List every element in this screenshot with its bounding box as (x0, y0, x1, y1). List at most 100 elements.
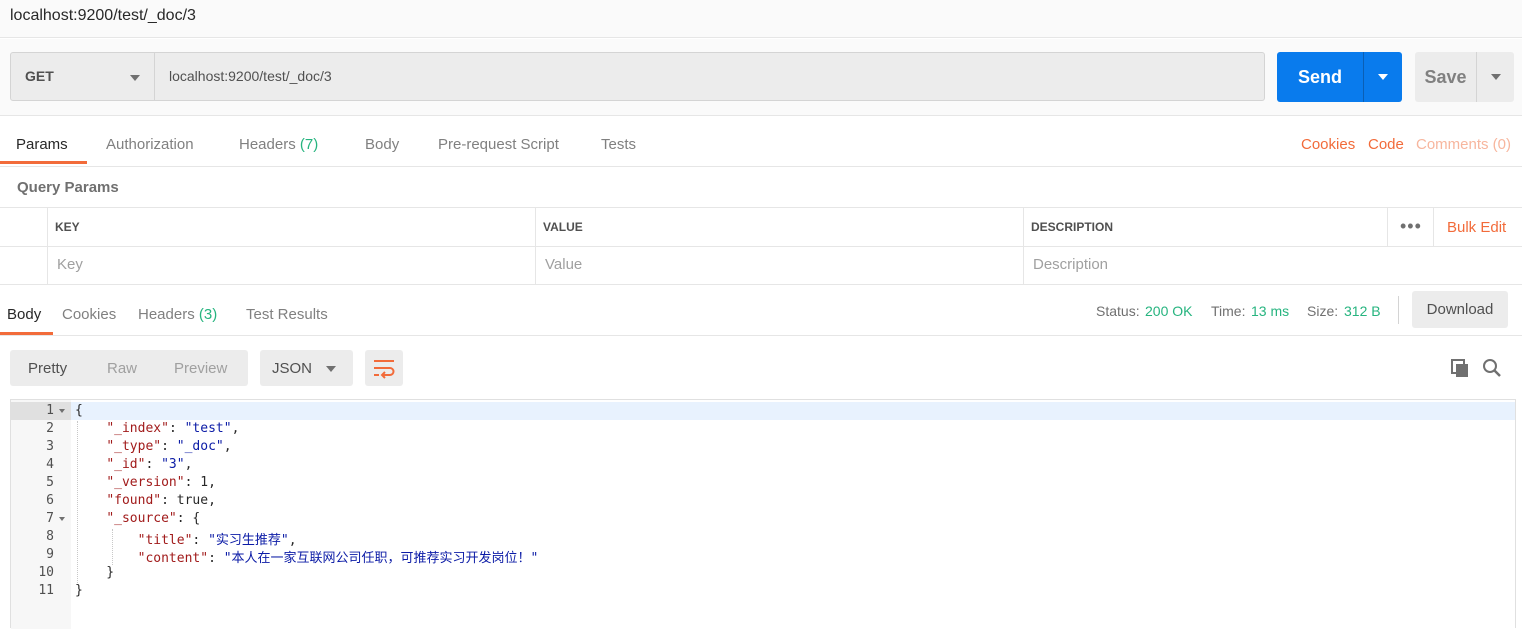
chevron-down-icon (130, 75, 140, 81)
status-value-text: 200 OK (1145, 303, 1193, 319)
line-number: 4 (46, 457, 54, 472)
column-divider (535, 208, 536, 285)
tab-response-cookies[interactable]: Cookies (62, 306, 116, 323)
cookies-link[interactable]: Cookies (1301, 136, 1355, 153)
divider (1398, 296, 1399, 324)
tab-response-headers-count: (3) (198, 306, 218, 323)
search-icon[interactable] (1482, 358, 1502, 378)
code-line: "_version": 1, (106, 475, 216, 490)
tab-body[interactable]: Body (365, 136, 399, 153)
send-button[interactable]: Send (1277, 52, 1363, 102)
more-options-icon[interactable]: ••• (1400, 216, 1422, 237)
params-header-row: KEY VALUE DESCRIPTION ••• Bulk Edit (0, 208, 1522, 247)
query-params-title: Query Params (17, 179, 119, 196)
json-key: "_type" (106, 439, 162, 454)
code-link[interactable]: Code (1368, 136, 1404, 153)
status-value: 200 OK (1145, 303, 1192, 319)
line-number: 7 (46, 511, 54, 526)
json-key: "_source" (106, 511, 177, 526)
preview-button[interactable]: Preview (174, 360, 227, 377)
send-options-button[interactable] (1363, 52, 1402, 102)
column-divider (1023, 208, 1024, 285)
json-string: "_doc" (176, 439, 224, 454)
tab-authorization[interactable]: Authorization (106, 136, 194, 153)
tab-response-headers-label: Headers (138, 306, 195, 323)
line-number: 1 (46, 403, 54, 418)
code-line: "content": "本人在一家互联网公司任职，可推荐实习开发岗位！" (137, 551, 539, 566)
line-number: 10 (38, 565, 54, 580)
size-label: Size: (1307, 303, 1339, 319)
tab-tests[interactable]: Tests (601, 136, 636, 153)
line-number: 3 (46, 439, 54, 454)
response-body-editor[interactable]: 1 2 3 4 5 6 7 8 9 10 11 { "_index": "tes… (10, 399, 1516, 629)
json-boolean: true (176, 493, 209, 508)
code-line: { (75, 403, 83, 418)
json-key: "_id" (106, 457, 146, 472)
column-description: DESCRIPTION (1031, 220, 1114, 234)
code-line: "_id": "3", (106, 457, 193, 472)
tab-prerequest-script[interactable]: Pre-request Script (438, 136, 559, 153)
chevron-down-icon (1378, 74, 1388, 80)
active-tab-indicator (0, 332, 53, 335)
save-options-button[interactable] (1476, 52, 1514, 102)
copy-icon[interactable] (1450, 358, 1470, 378)
time-label: Time: (1211, 303, 1246, 319)
url-value: localhost:9200/test/_doc/3 (169, 68, 332, 84)
raw-button[interactable]: Raw (107, 360, 137, 377)
save-button[interactable]: Save (1415, 52, 1476, 102)
bulk-edit-link[interactable]: Bulk Edit (1447, 219, 1506, 236)
code-line: "found": true, (106, 493, 216, 508)
line-number: 11 (38, 583, 54, 598)
status-label: Status: (1096, 303, 1140, 319)
window-titlebar: localhost:9200/test/_doc/3 (0, 0, 1522, 38)
code-line: } (75, 565, 115, 580)
json-key: "title" (137, 533, 193, 548)
request-tabs: Params Authorization Headers (7) Body Pr… (0, 117, 1522, 167)
format-label: JSON (272, 360, 313, 377)
json-string: "本人在一家互联网公司任职，可推荐实习开发岗位！" (223, 551, 539, 566)
tab-headers[interactable]: Headers (7) (239, 136, 318, 153)
fold-arrow-icon[interactable] (59, 517, 65, 521)
tab-response-headers[interactable]: Headers (3) (138, 306, 217, 323)
tab-test-results[interactable]: Test Results (246, 306, 328, 323)
line-number: 2 (46, 421, 54, 436)
format-select[interactable]: JSON (260, 350, 353, 386)
code-line: "title": "实习生推荐", (137, 533, 297, 548)
active-tab-indicator (0, 161, 87, 164)
tab-params[interactable]: Params (16, 136, 68, 153)
line-number: 5 (46, 475, 54, 490)
column-divider (1387, 208, 1388, 246)
url-input[interactable]: localhost:9200/test/_doc/3 (155, 52, 1265, 101)
method-select[interactable]: GET (10, 52, 155, 101)
pretty-button[interactable]: Pretty (28, 360, 67, 377)
value-input[interactable]: Value (545, 256, 582, 273)
column-divider (1433, 208, 1434, 246)
json-key: "content" (137, 551, 209, 566)
json-key: "_index" (106, 421, 169, 436)
wrap-lines-button[interactable] (365, 350, 403, 386)
column-value: VALUE (543, 220, 583, 234)
line-number: 9 (46, 547, 54, 562)
json-string: "test" (184, 421, 232, 436)
line-number: 8 (46, 529, 54, 544)
window-title: localhost:9200/test/_doc/3 (10, 7, 196, 24)
time-value: 13 ms (1251, 303, 1289, 319)
size-value-text: 312 B (1344, 303, 1381, 319)
description-input[interactable]: Description (1033, 256, 1108, 273)
download-button[interactable]: Download (1412, 291, 1508, 328)
method-label: GET (25, 68, 54, 84)
key-input[interactable]: Key (57, 256, 83, 273)
line-number: 6 (46, 493, 54, 508)
tab-response-body[interactable]: Body (7, 306, 41, 323)
request-bar: GET localhost:9200/test/_doc/3 Send Save (0, 39, 1522, 116)
json-string: "3" (161, 457, 185, 472)
tab-headers-label: Headers (239, 136, 296, 153)
json-key: "_version" (106, 475, 185, 490)
active-line-highlight (71, 402, 1515, 420)
fold-arrow-icon[interactable] (59, 409, 65, 413)
time-value-text: 13 ms (1251, 303, 1290, 319)
response-tabs: Body Cookies Headers (3) Test Results St… (0, 286, 1522, 336)
comments-link[interactable]: Comments (0) (1416, 136, 1511, 153)
json-key: "found" (106, 493, 162, 508)
view-mode-group: Pretty Raw Preview (10, 350, 248, 386)
